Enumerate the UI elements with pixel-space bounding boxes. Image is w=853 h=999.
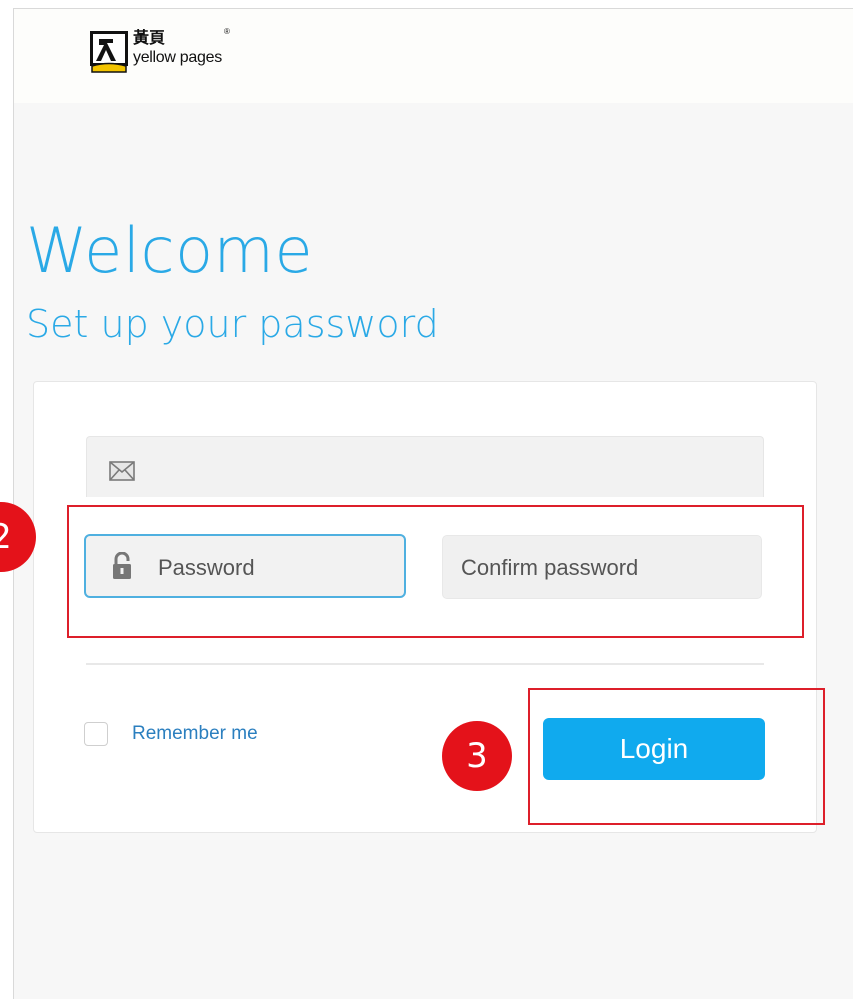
form-divider	[86, 663, 764, 665]
annotation-box-3	[528, 688, 825, 825]
remember-me-checkbox[interactable]	[84, 722, 108, 746]
annotation-box-2	[67, 505, 804, 638]
email-field[interactable]	[86, 436, 764, 497]
annotation-badge-3: 3	[442, 721, 512, 791]
envelope-icon	[109, 461, 135, 481]
header-bar: 黃頁 ® yellow pages	[14, 9, 853, 103]
remember-me-label[interactable]: Remember me	[132, 723, 258, 745]
yellow-pages-logo[interactable]: 黃頁 ® yellow pages	[90, 27, 230, 73]
logo-english-text: yellow pages	[133, 49, 222, 66]
walking-fingers-logo-icon	[90, 31, 128, 73]
setup-password-subtitle: Set up your password	[26, 302, 439, 346]
welcome-title: Welcome	[26, 214, 314, 287]
logo-cjk-text: 黃頁 ®	[133, 27, 230, 47]
